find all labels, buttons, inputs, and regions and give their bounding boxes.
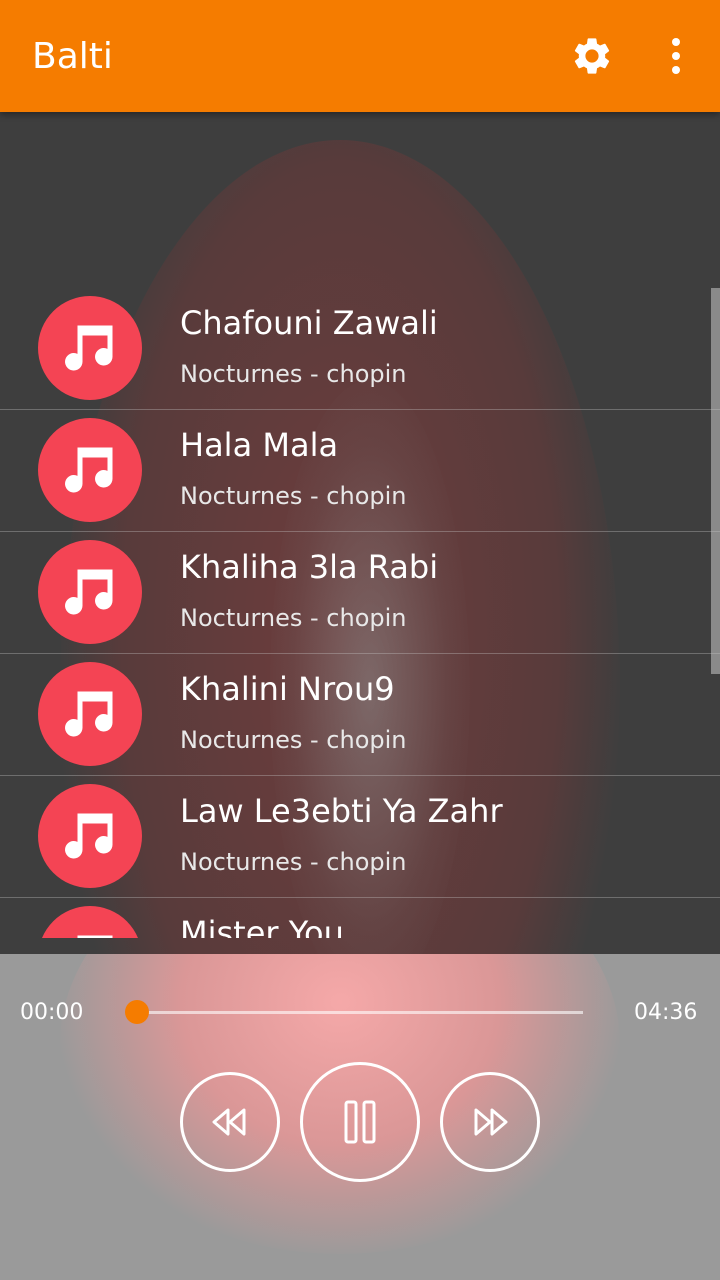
seek-bar[interactable] — [137, 1011, 583, 1014]
song-icon-circle — [38, 296, 142, 400]
current-time: 00:00 — [20, 1000, 84, 1025]
song-list: Chafouni Zawali Nocturnes - chopin Hala … — [0, 288, 720, 938]
song-row[interactable]: Mister You — [0, 898, 720, 938]
song-subtitle: Nocturnes - chopin — [180, 848, 407, 876]
song-title: Mister You — [180, 914, 344, 938]
song-icon-circle — [38, 662, 142, 766]
list-scrollbar[interactable] — [711, 288, 720, 674]
gear-icon — [574, 38, 610, 74]
song-subtitle: Nocturnes - chopin — [180, 360, 407, 388]
app-title: Balti — [32, 36, 113, 77]
song-title: Khalini Nrou9 — [180, 670, 395, 708]
music-note-icon — [65, 325, 113, 371]
pause-button[interactable] — [300, 1062, 420, 1182]
more-options-button[interactable] — [660, 34, 692, 78]
music-note-icon — [77, 935, 113, 938]
song-title: Chafouni Zawali — [180, 304, 438, 342]
more-vert-icon — [672, 38, 680, 74]
player-panel: 00:00 04:36 — [0, 954, 720, 1280]
song-subtitle: Nocturnes - chopin — [180, 726, 407, 754]
song-row[interactable]: Khaliha 3la Rabi Nocturnes - chopin — [0, 532, 720, 654]
music-note-icon — [65, 813, 113, 859]
music-note-icon — [65, 691, 113, 737]
song-icon-circle — [38, 784, 142, 888]
rewind-button[interactable] — [180, 1072, 280, 1172]
song-icon-circle — [38, 906, 142, 938]
fast-forward-button[interactable] — [440, 1072, 540, 1172]
music-note-icon — [65, 447, 113, 493]
song-row[interactable]: Chafouni Zawali Nocturnes - chopin — [0, 288, 720, 410]
song-row[interactable]: Law Le3ebti Ya Zahr Nocturnes - chopin — [0, 776, 720, 898]
music-note-icon — [65, 569, 113, 615]
song-icon-circle — [38, 418, 142, 522]
song-subtitle: Nocturnes - chopin — [180, 482, 407, 510]
pause-icon — [344, 1100, 376, 1144]
song-row[interactable]: Hala Mala Nocturnes - chopin — [0, 410, 720, 532]
song-title: Hala Mala — [180, 426, 339, 464]
song-icon-circle — [38, 540, 142, 644]
song-title: Law Le3ebti Ya Zahr — [180, 792, 503, 830]
song-row[interactable]: Khalini Nrou9 Nocturnes - chopin — [0, 654, 720, 776]
app-bar: Balti — [0, 0, 720, 112]
seek-thumb[interactable] — [125, 1000, 149, 1024]
total-time: 04:36 — [634, 1000, 698, 1025]
song-subtitle: Nocturnes - chopin — [180, 604, 407, 632]
settings-button[interactable] — [570, 34, 614, 78]
fast-forward-icon — [474, 1108, 508, 1136]
rewind-icon — [212, 1108, 246, 1136]
song-title: Khaliha 3la Rabi — [180, 548, 439, 586]
